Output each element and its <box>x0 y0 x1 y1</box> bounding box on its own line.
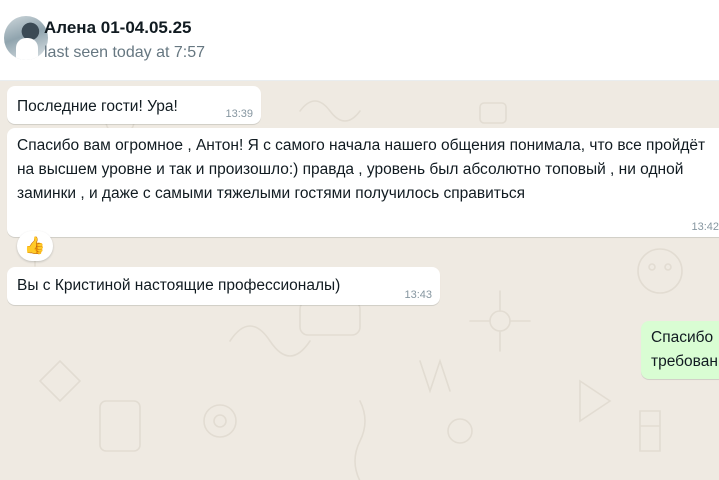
contact-name[interactable]: Алена 01-04.05.25 <box>44 18 192 38</box>
message-text: Спасибо вам огромное , Антон! Я с самого… <box>17 137 706 202</box>
message-text: Последние гости! Ура! <box>17 98 178 115</box>
message-bubble[interactable]: Спасибо требован <box>641 321 719 379</box>
message-text: Спасибо требован <box>651 329 718 370</box>
message-text: Вы с Кристиной настоящие профессионалы) <box>17 277 341 294</box>
message-timestamp: 13:43 <box>404 289 432 301</box>
chat-area[interactable]: Последние гости! Ура! 13:39 Спасибо вам … <box>0 81 719 480</box>
message-bubble[interactable]: Вы с Кристиной настоящие профессионалы) … <box>7 267 440 305</box>
message-timestamp: 13:39 <box>225 108 253 120</box>
thumbs-up-emoji-icon: 👍 <box>24 236 46 255</box>
message-bubble[interactable]: Спасибо вам огромное , Антон! Я с самого… <box>7 128 719 237</box>
contact-avatar[interactable] <box>4 16 48 60</box>
message-timestamp: 13:42 <box>691 221 719 233</box>
chat-header[interactable]: Алена 01-04.05.25 last seen today at 7:5… <box>0 0 719 81</box>
reaction-badge[interactable]: 👍 <box>17 231 53 261</box>
last-seen-status: last seen today at 7:57 <box>44 44 205 61</box>
message-bubble[interactable]: Последние гости! Ура! 13:39 <box>7 86 261 124</box>
